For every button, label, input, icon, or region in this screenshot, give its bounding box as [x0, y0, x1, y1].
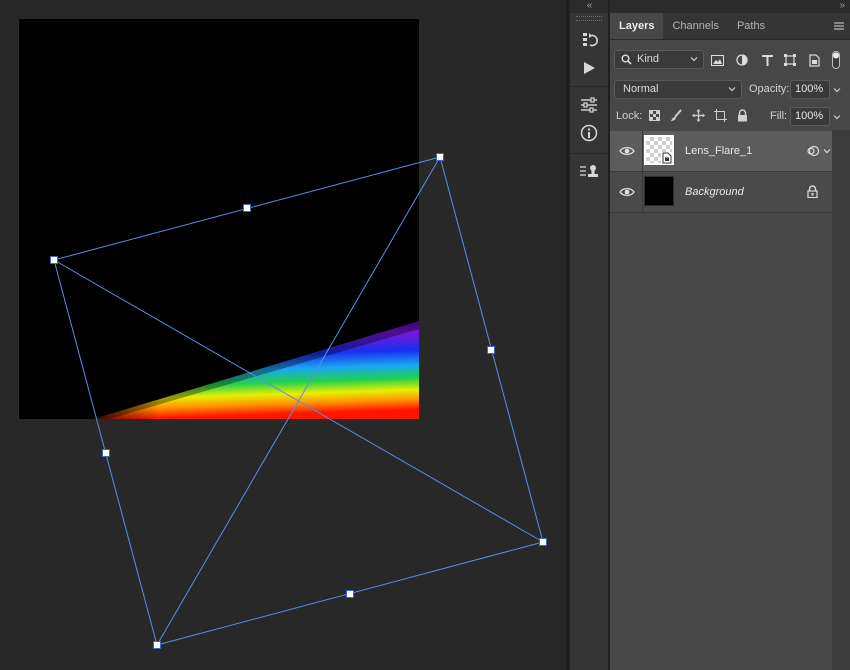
opacity-field[interactable]: 100% [790, 80, 830, 99]
layer-row-lens-flare[interactable]: Lens_Flare_1 [610, 131, 832, 172]
expand-panel-button[interactable]: » [610, 0, 850, 13]
transform-handle-top[interactable] [243, 204, 251, 212]
chevron-down-icon [690, 57, 698, 62]
clone-source-icon[interactable] [570, 158, 608, 186]
layer-name-lens-flare[interactable]: Lens_Flare_1 [685, 131, 752, 171]
fill-field[interactable]: 100% [790, 107, 830, 126]
canvas-area[interactable] [0, 0, 566, 670]
fill-chevron-icon[interactable] [833, 113, 841, 121]
eye-icon[interactable] [619, 143, 635, 159]
filter-kind-label: Kind [637, 53, 660, 65]
actions-play-icon[interactable] [570, 54, 608, 82]
layer-thumbnail-black [644, 176, 674, 206]
smart-object-filter-icon[interactable] [806, 52, 822, 68]
layer-expand-chevron-icon[interactable] [823, 147, 831, 155]
layer-link-icon[interactable] [806, 144, 820, 158]
fill-label: Fill: [770, 110, 788, 122]
smart-object-badge-icon [661, 152, 673, 164]
layers-scrollbar[interactable] [832, 130, 850, 670]
lock-artboard-icon[interactable] [712, 107, 728, 123]
filter-toggle-icon[interactable] [828, 51, 844, 69]
opacity-label: Opacity: [749, 83, 790, 95]
dock-strip: « [570, 0, 608, 670]
layer-name-background[interactable]: Background [685, 172, 744, 212]
layer-thumbnail-transparent [644, 135, 674, 165]
panel-menu-icon[interactable] [833, 20, 845, 32]
layers-panel: » Layers Channels Paths Kind Normal Opac… [610, 0, 850, 670]
properties-icon[interactable] [570, 91, 608, 119]
image-filter-icon[interactable] [709, 52, 725, 68]
transform-bounding-box[interactable] [0, 0, 566, 670]
lock-transparent-icon[interactable] [646, 107, 662, 123]
opacity-chevron-icon[interactable] [833, 86, 841, 94]
transform-handle-bottom-left[interactable] [153, 641, 161, 649]
layer-row-background[interactable]: Background [610, 172, 832, 213]
dock-grip[interactable] [576, 16, 602, 21]
lock-row: Lock: Fill: 100% [610, 103, 850, 131]
lock-label: Lock: [616, 110, 643, 122]
blend-mode-select[interactable]: Normal [614, 80, 742, 99]
lock-image-icon[interactable] [668, 107, 684, 123]
transform-handle-bottom-right[interactable] [539, 538, 547, 546]
layer-lock-icon [807, 185, 818, 198]
tab-paths[interactable]: Paths [728, 13, 774, 39]
lock-all-icon[interactable] [734, 107, 750, 123]
transform-handle-left[interactable] [102, 449, 110, 457]
transform-handle-bottom[interactable] [346, 590, 354, 598]
tab-channels[interactable]: Channels [663, 13, 727, 39]
type-filter-icon[interactable] [759, 52, 775, 68]
info-icon[interactable] [570, 119, 608, 147]
filter-kind-select[interactable]: Kind [614, 50, 704, 69]
tab-layers[interactable]: Layers [610, 13, 664, 39]
transform-handle-top-left[interactable] [50, 256, 58, 264]
panel-tabs: Layers Channels Paths [610, 13, 850, 40]
adjustment-filter-icon[interactable] [734, 52, 750, 68]
collapse-dock-button[interactable]: « [570, 0, 608, 13]
blend-mode-value: Normal [623, 83, 659, 95]
transform-handle-top-right[interactable] [436, 153, 444, 161]
layers-list: Lens_Flare_1 Background [610, 131, 832, 213]
fill-value: 100% [795, 110, 824, 122]
chevron-down-icon [728, 87, 736, 92]
filter-row: Kind [610, 47, 850, 75]
blend-row: Normal Opacity: 100% [610, 75, 850, 103]
eye-icon[interactable] [619, 184, 635, 200]
search-icon [621, 54, 632, 65]
transform-handle-right[interactable] [487, 346, 495, 354]
opacity-value: 100% [795, 83, 824, 95]
lock-position-icon[interactable] [690, 107, 706, 123]
history-icon[interactable] [570, 26, 608, 54]
shape-filter-icon[interactable] [782, 52, 798, 68]
